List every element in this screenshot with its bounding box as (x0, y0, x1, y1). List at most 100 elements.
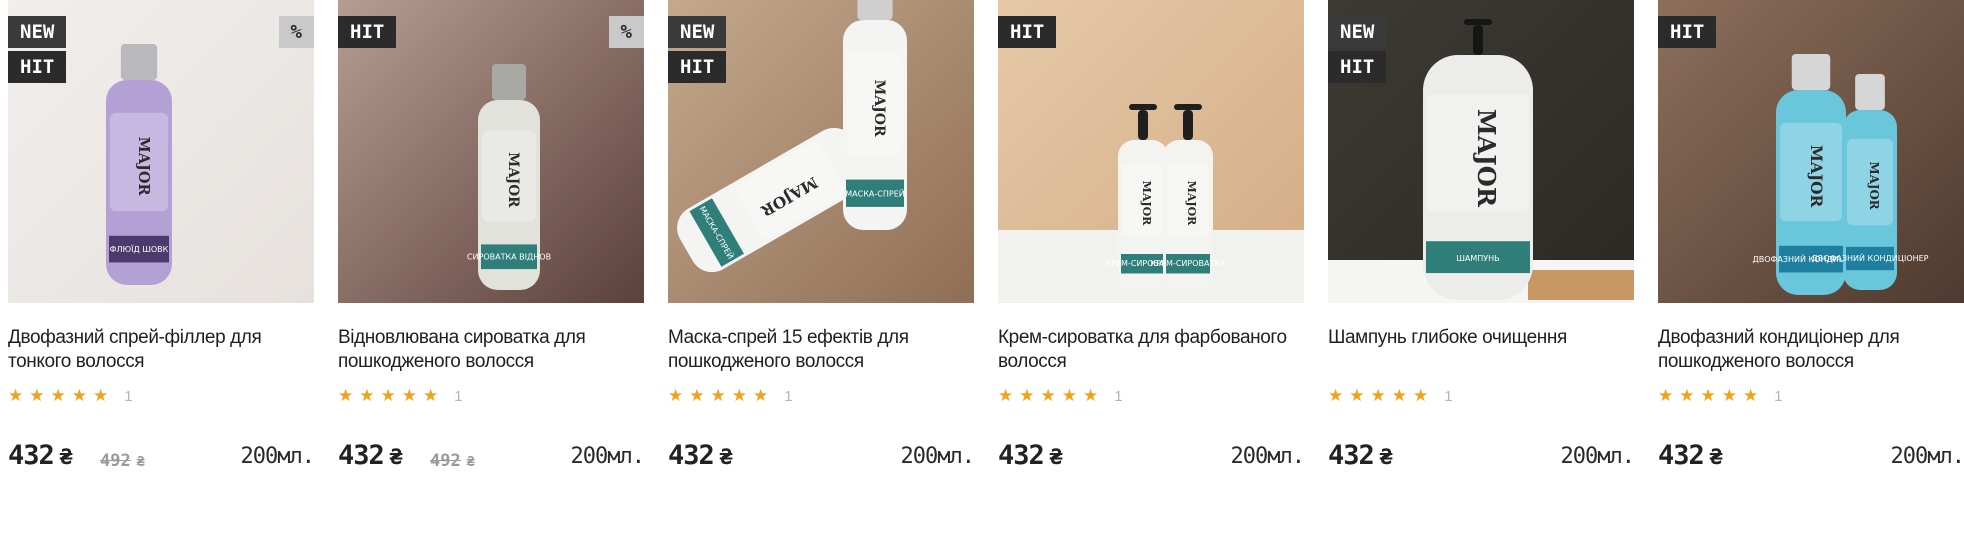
currency-symbol: ₴ (389, 445, 403, 469)
star-rating: ★ ★ ★ ★ ★ 1 (8, 384, 133, 408)
svg-text:MAJOR: MAJOR (1867, 161, 1881, 209)
star-icon: ★ (998, 386, 1014, 405)
product-volume: 200мл. (570, 444, 645, 469)
hit-badge: HIT (998, 16, 1057, 48)
product-card[interactable]: MAJOR ФЛЮЇД ШОВК NEW HIT% Двофазний спрей-… (8, 0, 315, 480)
old-price-value: 492 (430, 451, 461, 471)
currency-symbol: ₴ (136, 455, 145, 470)
product-title-line: Маска-спрей 15 ефектів для (668, 327, 909, 348)
product-title-line: пошкодженого волосся (668, 351, 864, 372)
svg-text:MAJOR: MAJOR (135, 137, 152, 197)
review-count: 1 (124, 387, 133, 405)
product-title[interactable]: Двофазний спрей-філлер для тонкого волосс… (8, 326, 314, 374)
price: 432 ₴ (1328, 440, 1393, 471)
product-title[interactable]: Шампунь глибоке очищення (1328, 326, 1634, 350)
star-icon: ★ (8, 386, 24, 405)
star-icon: ★ (1721, 386, 1737, 405)
star-icon: ★ (71, 386, 87, 405)
star-icon: ★ (1349, 386, 1365, 405)
product-title-line: Шампунь глибоке очищення (1328, 327, 1567, 348)
currency-symbol: ₴ (59, 445, 73, 469)
review-count: 1 (454, 387, 463, 405)
product-title[interactable]: Відновлювана сироватка для пошкодженого в… (338, 326, 644, 374)
product-card[interactable]: MAJOR ШАМПУНЬ NEW HIT Шампунь глибоке очищ… (1328, 0, 1635, 480)
product-title-line: волосся (998, 351, 1067, 372)
price: 432 ₴ (338, 440, 403, 471)
svg-text:MAJOR: MAJOR (871, 80, 887, 137)
star-icon: ★ (731, 386, 747, 405)
new-badge: NEW (1328, 16, 1387, 48)
hit-badge: HIT (8, 51, 67, 83)
product-title-line: пошкодженого волосся (1658, 351, 1854, 372)
star-icon: ★ (668, 386, 684, 405)
product-card[interactable]: MAJOR МАСКА-СПРЕЙ MAJOR МАСКА-СПРЕЙ NEW H… (668, 0, 975, 480)
product-grid: MAJOR ФЛЮЇД ШОВК NEW HIT% Двофазний спрей-… (8, 0, 1964, 560)
currency-symbol: ₴ (1379, 445, 1393, 469)
product-title[interactable]: Двофазний кондиціонер для пошкодженого во… (1658, 326, 1964, 374)
product-title[interactable]: Маска-спрей 15 ефектів для пошкодженого в… (668, 326, 974, 374)
price-value: 432 (8, 440, 55, 471)
svg-text:MAJOR: MAJOR (1140, 181, 1153, 226)
svg-text:СИРОВАТКА ВІДНОВ: СИРОВАТКА ВІДНОВ (467, 253, 551, 262)
star-icon: ★ (359, 386, 375, 405)
svg-text:MAJOR: MAJOR (505, 152, 521, 208)
product-card[interactable]: MAJOR КРЕМ-СИРОВАТКА MAJOR КРЕМ-СИРОВАТК… (998, 0, 1305, 480)
old-price: 492 ₴ (430, 451, 475, 471)
star-icon: ★ (1083, 386, 1099, 405)
hit-badge: HIT (1328, 51, 1387, 83)
currency-symbol: ₴ (1709, 445, 1723, 469)
price: 432 ₴ (668, 440, 733, 471)
product-title[interactable]: Крем-сироватка для фарбованого волосся (998, 326, 1304, 374)
star-icon: ★ (50, 386, 66, 405)
price: 432 ₴ (998, 440, 1063, 471)
star-icon: ★ (380, 386, 396, 405)
hit-badge: HIT (668, 51, 727, 83)
review-count: 1 (784, 387, 793, 405)
star-icon: ★ (1679, 386, 1695, 405)
price-value: 432 (1658, 440, 1705, 471)
star-icon: ★ (338, 386, 354, 405)
price-value: 432 (338, 440, 385, 471)
svg-text:MAJOR: MAJOR (1807, 145, 1825, 208)
star-rating: ★ ★ ★ ★ ★ 1 (1328, 384, 1453, 408)
star-icon: ★ (1700, 386, 1716, 405)
star-icon: ★ (710, 386, 726, 405)
svg-text:ШАМПУНЬ: ШАМПУНЬ (1456, 254, 1499, 263)
product-volume: 200мл. (240, 444, 315, 469)
product-title-line: Двофазний спрей-філлер для (8, 327, 262, 348)
star-rating: ★ ★ ★ ★ ★ 1 (668, 384, 793, 408)
review-count: 1 (1444, 387, 1453, 405)
new-badge: NEW (668, 16, 727, 48)
svg-text:MAJOR: MAJOR (1472, 109, 1501, 208)
star-icon: ★ (753, 386, 769, 405)
product-title-line: Двофазний кондиціонер для (1658, 327, 1900, 348)
new-badge: NEW (8, 16, 67, 48)
product-title-line: Крем-сироватка для фарбованого (998, 327, 1287, 348)
svg-text:КРЕМ-СИРОВАТКА: КРЕМ-СИРОВАТКА (1150, 259, 1226, 268)
star-icon: ★ (1413, 386, 1429, 405)
hit-badge: HIT (1658, 16, 1717, 48)
review-count: 1 (1114, 387, 1123, 405)
product-title-line: пошкодженого волосся (338, 351, 534, 372)
star-rating: ★ ★ ★ ★ ★ 1 (998, 384, 1123, 408)
price: 432 ₴ (1658, 440, 1723, 471)
product-card[interactable]: MAJOR СИРОВАТКА ВІДНОВ HIT% Відновлювана … (338, 0, 645, 480)
product-volume: 200мл. (900, 444, 975, 469)
star-icon: ★ (1658, 386, 1674, 405)
star-icon: ★ (1328, 386, 1344, 405)
svg-text:MAJOR: MAJOR (1185, 181, 1198, 226)
old-price-value: 492 (100, 451, 131, 471)
currency-symbol: ₴ (466, 455, 475, 470)
star-icon: ★ (1743, 386, 1759, 405)
star-rating: ★ ★ ★ ★ ★ 1 (1658, 384, 1783, 408)
old-price: 492 ₴ (100, 451, 145, 471)
currency-symbol: ₴ (1049, 445, 1063, 469)
star-icon: ★ (29, 386, 45, 405)
price-value: 432 (1328, 440, 1375, 471)
currency-symbol: ₴ (719, 445, 733, 469)
product-card[interactable]: MAJOR ДВОФАЗНИЙ КОНДИЦІОНЕР MAJOR ДВОФАЗ… (1658, 0, 1964, 480)
star-icon: ★ (401, 386, 417, 405)
star-icon: ★ (1391, 386, 1407, 405)
star-icon: ★ (689, 386, 705, 405)
price: 432 ₴ (8, 440, 73, 471)
